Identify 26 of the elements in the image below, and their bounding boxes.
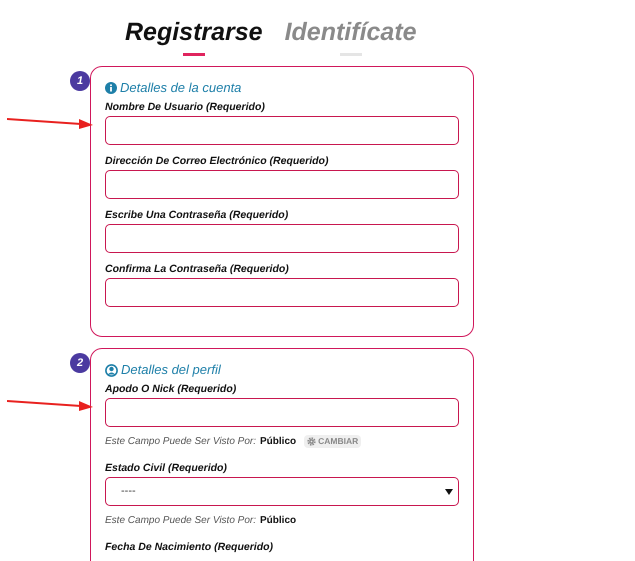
field-label: Nombre De Usuario (Requerido)	[105, 100, 266, 114]
step-number: 2	[70, 353, 90, 373]
step-number: 1	[70, 71, 90, 91]
input-field[interactable]	[105, 170, 459, 199]
field-label: Confirma La Contraseña (Requerido)	[105, 262, 290, 276]
field-label: Fecha De Nacimiento (Requerido)	[105, 540, 274, 554]
visibility-value: Público	[260, 514, 296, 528]
section-title: Detalles de la cuenta	[120, 80, 242, 96]
section-title: Detalles del perfil	[121, 362, 221, 378]
select-field[interactable]: ----	[105, 477, 459, 506]
input-field[interactable]	[105, 116, 459, 145]
user-icon	[105, 364, 118, 376]
visibility-note: Este Campo Puede Ser Visto Por:	[105, 435, 256, 449]
input-field[interactable]	[105, 224, 459, 253]
caret-icon	[445, 488, 453, 494]
tab[interactable]: Registrarse	[125, 16, 263, 48]
input-field[interactable]	[105, 398, 459, 427]
input-field[interactable]	[105, 278, 459, 307]
field-label: Estado Civil (Requerido)	[105, 461, 228, 475]
visibility-value: Público	[260, 435, 296, 449]
settings-icon	[307, 437, 316, 446]
info-icon	[105, 82, 117, 94]
field-label: Apodo O Nick (Requerido)	[105, 382, 238, 396]
field-label: Escribe Una Contraseña (Requerido)	[105, 208, 290, 222]
field-label: Dirección De Correo Electrónico (Requerido)	[105, 154, 330, 168]
visibility-note: Este Campo Puede Ser Visto Por:	[105, 514, 256, 528]
